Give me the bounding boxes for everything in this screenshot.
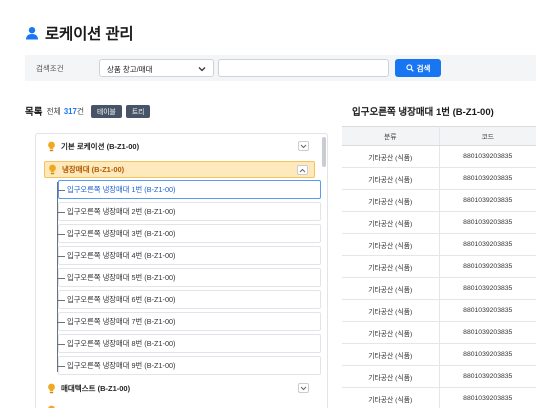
tree-item-location[interactable]: 입구오른쪽 냉장매대 2번 (B-Z1-00)	[58, 202, 321, 221]
page-header: 로케이션 관리	[25, 22, 134, 44]
table-row[interactable]: 기타공산 (식품) 8801039203835	[342, 167, 536, 190]
cell-code: 8801039203835	[439, 145, 536, 168]
search-bar: 검색조건 상품 창고/매대 검색	[25, 55, 536, 81]
tree-item-location[interactable]: 입구오른쪽 냉장매대 1번 (B-Z1-00)	[58, 180, 321, 199]
cell-category: 기타공산 (식품)	[342, 255, 440, 278]
table-row[interactable]: 기타공산 (식품) 8801039203835	[342, 343, 536, 366]
cell-category: 기타공산 (식품)	[342, 167, 440, 190]
tree-item-location[interactable]: 입구오른쪽 냉장매대 8번 (B-Z1-00)	[58, 334, 321, 353]
cell-category: 기타공산 (식품)	[342, 365, 440, 388]
table-row[interactable]: 기타공산 (식품) 8801039203835	[342, 211, 536, 234]
cell-category: 기타공산 (식품)	[342, 387, 440, 408]
tree-group-shelf-text[interactable]: 매대텍스트 (B-Z1-00)	[44, 380, 315, 397]
cell-code: 8801039203835	[439, 167, 536, 190]
tree-group-label: 매대텍스트 (B-Z1-00)	[61, 384, 131, 393]
cell-category: 기타공산 (식품)	[342, 277, 440, 300]
table-row[interactable]: 기타공산 (식품) 8801039203835	[342, 299, 536, 322]
collapse-toggle-icon[interactable]	[297, 165, 308, 175]
list-total-label: 전체	[46, 106, 61, 116]
column-header-code[interactable]: 코드	[439, 126, 536, 146]
list-count-unit: 건	[76, 106, 85, 116]
table-header-row: 분류 코드	[342, 126, 536, 146]
column-header-category[interactable]: 분류	[342, 126, 440, 146]
tree-scrollbar[interactable]	[322, 137, 326, 167]
table-row[interactable]: 기타공산 (식품) 8801039203835	[342, 387, 536, 408]
cell-category: 기타공산 (식품)	[342, 233, 440, 256]
tree-item-location[interactable]: 입구오른쪽 냉장매대 6번 (B-Z1-00)	[58, 290, 321, 309]
detail-table: 분류 코드 기타공산 (식품) 8801039203835 기타공산 (식품) 88…	[342, 126, 536, 408]
table-row[interactable]: 기타공산 (식품) 8801039203835	[342, 145, 536, 168]
tree-item-location[interactable]: 입구오른쪽 냉장매대 3번 (B-Z1-00)	[58, 224, 321, 243]
search-condition-label: 검색조건	[36, 64, 64, 73]
cell-category: 기타공산 (식품)	[342, 211, 440, 234]
cell-code: 8801039203835	[439, 189, 536, 212]
cell-category: 기타공산 (식품)	[342, 299, 440, 322]
search-button-label: 검색	[416, 63, 431, 73]
user-icon	[26, 27, 38, 40]
list-title: 목록	[25, 107, 43, 118]
tree-group-label: 기본 로케이션 (B-Z1-00)	[61, 142, 140, 151]
search-input[interactable]	[218, 59, 389, 77]
table-row[interactable]: 기타공산 (식품) 8801039203835	[342, 321, 536, 344]
cell-code: 8801039203835	[439, 387, 536, 408]
lightbulb-icon	[49, 164, 56, 175]
lightbulb-icon	[48, 141, 55, 152]
search-icon	[405, 64, 414, 72]
table-row[interactable]: 기타공산 (식품) 8801039203835	[342, 233, 536, 256]
table-row[interactable]: 기타공산 (식품) 8801039203835	[342, 189, 536, 212]
page-title: 로케이션 관리	[45, 26, 134, 43]
cell-code: 8801039203835	[439, 321, 536, 344]
tree-group-label: 냉장매대 (B-Z1-00)	[62, 165, 125, 174]
tree-item-location[interactable]: 입구오른쪽 냉장매대 5번 (B-Z1-00)	[58, 268, 321, 287]
list-count: 317	[63, 106, 77, 116]
cell-category: 기타공산 (식품)	[342, 343, 440, 366]
cell-code: 8801039203835	[439, 277, 536, 300]
detail-title: 입구오른쪽 냉장매대 1번 (B-Z1-00)	[352, 107, 494, 118]
tree-group-basic-location[interactable]: 기본 로케이션 (B-Z1-00)	[44, 138, 315, 155]
cell-category: 기타공산 (식품)	[342, 321, 440, 344]
cell-category: 기타공산 (식품)	[342, 189, 440, 212]
tree-item-location[interactable]: 입구오른쪽 냉장매대 7번 (B-Z1-00)	[58, 312, 321, 331]
table-row[interactable]: 기타공산 (식품) 8801039203835	[342, 365, 536, 388]
lightbulb-icon	[48, 383, 55, 394]
table-row[interactable]: 기타공산 (식품) 8801039203835	[342, 277, 536, 300]
cell-code: 8801039203835	[439, 255, 536, 278]
tree-group-refrigerated-shelf[interactable]: 냉장매대 (B-Z1-00)	[44, 161, 315, 178]
chevron-down-icon	[198, 67, 206, 72]
expand-toggle-icon[interactable]	[298, 141, 309, 151]
view-tree-button[interactable]: 트리	[125, 104, 151, 118]
expand-toggle-icon[interactable]	[298, 383, 309, 393]
cell-code: 8801039203835	[439, 299, 536, 322]
cell-category: 기타공산 (식품)	[342, 145, 440, 168]
cell-code: 8801039203835	[439, 365, 536, 388]
view-table-button[interactable]: 테이블	[91, 104, 122, 118]
tree-item-location[interactable]: 입구오른쪽 냉장매대 4번 (B-Z1-00)	[58, 246, 321, 265]
search-button[interactable]: 검색	[395, 59, 441, 77]
search-select-value: 상품 창고/매대	[107, 65, 153, 74]
list-header: 목록 전체 317 건 테이블 트리	[25, 104, 151, 118]
tree-item-location[interactable]: 입구오른쪽 냉장매대 9번 (B-Z1-00)	[58, 356, 321, 375]
table-row[interactable]: 기타공산 (식품) 8801039203835	[342, 255, 536, 278]
search-condition-select[interactable]: 상품 창고/매대	[99, 59, 214, 77]
cell-code: 8801039203835	[439, 233, 536, 256]
tree-group-next[interactable]	[44, 402, 315, 408]
cell-code: 8801039203835	[439, 211, 536, 234]
cell-code: 8801039203835	[439, 343, 536, 366]
location-tree: 기본 로케이션 (B-Z1-00) 냉장매대 (B-Z1-00) 입구오른쪽 냉…	[35, 133, 328, 408]
